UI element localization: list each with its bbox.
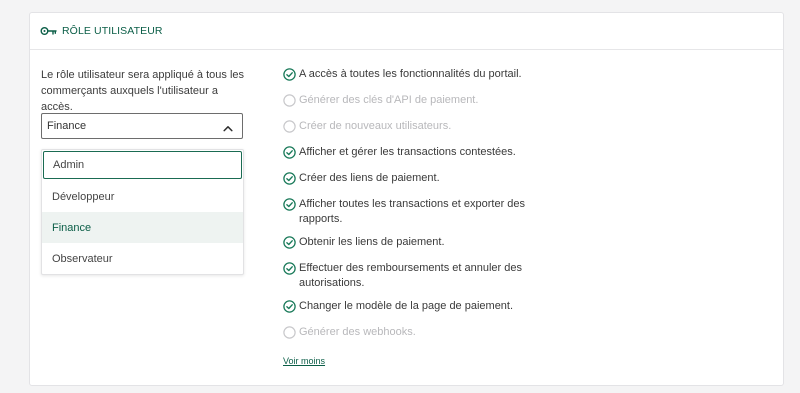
see-less-link[interactable]: Voir moins <box>283 356 325 366</box>
permission-item: Changer le modèle de la page de paiement… <box>283 299 543 314</box>
permission-label: Afficher toutes les transactions et expo… <box>299 198 526 225</box>
permission-label: Obtenir les liens de paiement. <box>299 236 445 248</box>
permission-item: A accès à toutes les fonctionnalités du … <box>283 67 543 82</box>
role-selector-section: Le rôle utilisateur sera appliqué à tous… <box>41 67 245 275</box>
check-circle-icon <box>283 172 296 185</box>
role-select[interactable]: Finance <box>41 113 243 139</box>
user-role-card: RÔLE UTILISATEUR Le rôle utilisateur ser… <box>29 12 784 386</box>
permission-label: Créer des liens de paiement. <box>299 172 440 184</box>
dropdown-option[interactable]: Admin <box>43 151 242 179</box>
key-icon <box>40 25 57 37</box>
check-circle-icon <box>283 146 296 159</box>
check-circle-icon <box>283 236 296 249</box>
empty-circle-icon <box>283 94 296 107</box>
permission-item: Effectuer des remboursements et annuler … <box>283 261 543 291</box>
permission-item: Obtenir les liens de paiement. <box>283 235 543 250</box>
permission-label: Générer des webhooks. <box>299 326 416 338</box>
card-title: RÔLE UTILISATEUR <box>62 25 163 37</box>
permission-label: Afficher et gérer les transactions conte… <box>299 146 516 158</box>
permission-label: Effectuer des remboursements et annuler … <box>299 262 522 289</box>
chevron-up-icon <box>223 123 233 131</box>
permission-item: Créer de nouveaux utilisateurs. <box>283 119 543 134</box>
role-select-value: Finance <box>47 120 87 132</box>
dropdown-option[interactable]: Observateur <box>42 243 243 274</box>
check-circle-icon <box>283 198 296 211</box>
permission-label: Générer des clés d'API de paiement. <box>299 94 479 106</box>
role-description: Le rôle utilisateur sera appliqué à tous… <box>41 69 245 113</box>
permission-item: Afficher toutes les transactions et expo… <box>283 197 543 227</box>
check-circle-icon <box>283 300 296 313</box>
check-circle-icon <box>283 262 296 275</box>
permission-label: Changer le modèle de la page de paiement… <box>299 300 514 312</box>
permission-label: Créer de nouveaux utilisateurs. <box>299 120 452 132</box>
permission-item: Créer des liens de paiement. <box>283 171 543 186</box>
empty-circle-icon <box>283 326 296 339</box>
permission-label: A accès à toutes les fonctionnalités du … <box>299 68 522 80</box>
check-circle-icon <box>283 68 296 81</box>
dropdown-option[interactable]: Développeur <box>42 181 243 212</box>
permission-item: Afficher et gérer les transactions conte… <box>283 145 543 160</box>
role-dropdown: Admin Développeur Finance Observateur <box>41 149 244 275</box>
permission-item: Générer des webhooks. <box>283 325 543 340</box>
permission-item: Générer des clés d'API de paiement. <box>283 93 543 108</box>
card-header: RÔLE UTILISATEUR <box>30 13 783 50</box>
dropdown-option[interactable]: Finance <box>42 212 243 243</box>
empty-circle-icon <box>283 120 296 133</box>
